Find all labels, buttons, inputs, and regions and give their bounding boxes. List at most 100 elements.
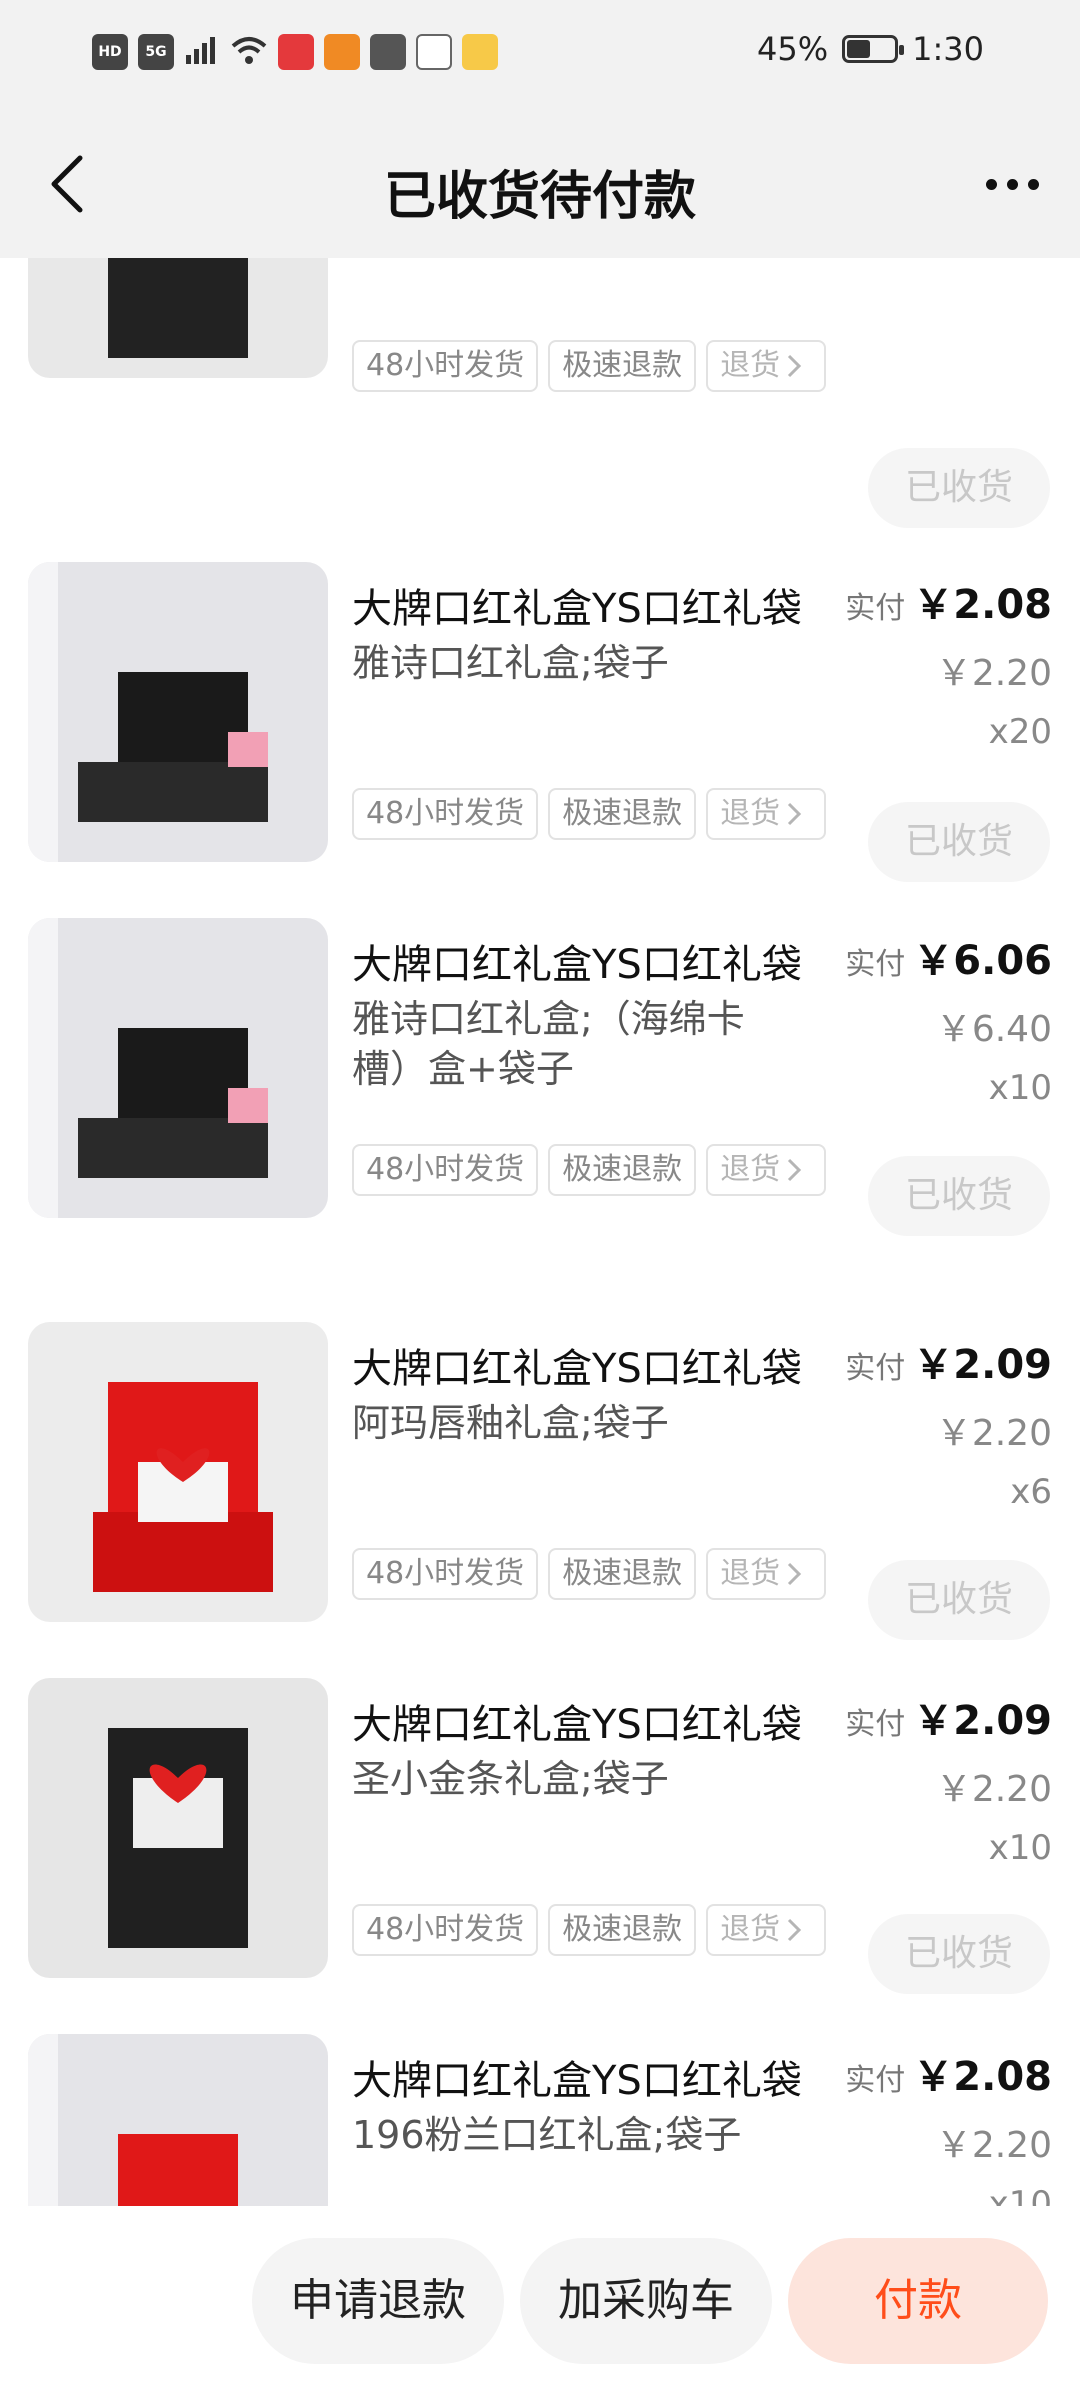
chevron-right-icon: [788, 1158, 802, 1182]
unit-price: ￥2.20: [935, 1769, 1052, 1810]
unit-price: ￥2.20: [935, 1413, 1052, 1454]
tag-returns[interactable]: 退货: [706, 1144, 827, 1196]
bird-app-icon: [416, 34, 452, 70]
wifi-icon: [230, 35, 268, 69]
paid-label: 实付: [845, 591, 906, 626]
received-status-button[interactable]: 已收货: [868, 1156, 1050, 1236]
price-block: 实付 ￥2.08 ￥2.20 x20: [845, 572, 1052, 752]
price-block: 实付 ￥2.08 ￥2.20 x10: [845, 2044, 1052, 2206]
service-tags: 48小时发货 极速退款 退货: [352, 340, 832, 394]
signal-5g-icon: 5G: [138, 34, 174, 70]
product-image[interactable]: [28, 1678, 328, 1978]
quantity: x10: [988, 1068, 1052, 1108]
paid-line: 实付 ￥2.08: [845, 572, 1052, 630]
service-tags: 48小时发货 极速退款 退货: [352, 1548, 832, 1602]
page-title: 已收货待付款: [383, 167, 696, 227]
paid-label: 实付: [845, 947, 906, 982]
tag-48h-shipping: 48小时发货: [352, 1548, 539, 1600]
tag-returns-label: 退货: [720, 1556, 781, 1591]
quantity: x10: [988, 1828, 1052, 1868]
chevron-right-icon: [788, 1562, 802, 1586]
paid-price: ￥2.08: [913, 2054, 1052, 2100]
hd-icon: HD: [92, 34, 128, 70]
dot-icon: [1006, 178, 1018, 190]
chevron-right-icon: [788, 1918, 802, 1942]
product-title[interactable]: 大牌口红礼盒YS口红礼袋: [352, 576, 844, 634]
order-item-list[interactable]: 圣小金条礼盒;草盒+袋子（送丝带+贺卡）￥8.50x1048小时发货极速退款退货…: [0, 258, 1080, 2206]
jd-app-icon: [278, 34, 314, 70]
order-item[interactable]: 大牌口红礼盒YS口红礼袋196粉兰口红礼盒;袋子实付￥2.08￥2.20x104…: [0, 2034, 1080, 2206]
quantity: x20: [988, 712, 1052, 752]
product-image[interactable]: [28, 918, 328, 1218]
nav-bar: 已收货待付款: [0, 110, 1080, 258]
battery-percent: 45%: [757, 30, 829, 68]
product-spec: 阿玛唇釉礼盒;袋子: [352, 1401, 669, 1445]
product-spec: 雅诗口红礼盒;（海绵卡槽）盒+袋子: [352, 997, 745, 1091]
tag-returns-label: 退货: [720, 796, 781, 831]
apply-refund-button[interactable]: 申请退款: [252, 2238, 504, 2364]
product-title[interactable]: 大牌口红礼盒YS口红礼袋: [352, 1692, 844, 1750]
shield-app-icon: [370, 34, 406, 70]
tag-returns[interactable]: 退货: [706, 340, 827, 392]
tag-returns-label: 退货: [720, 1912, 781, 1947]
tag-48h-shipping: 48小时发货: [352, 1144, 539, 1196]
paid-label: 实付: [845, 1351, 906, 1386]
received-status-button[interactable]: 已收货: [868, 802, 1050, 882]
tag-fast-refund: 极速退款: [548, 1548, 697, 1600]
tag-returns-label: 退货: [720, 348, 781, 383]
tag-returns[interactable]: 退货: [706, 1904, 827, 1956]
unit-price: ￥2.20: [935, 653, 1052, 694]
quantity: x10: [988, 2184, 1052, 2206]
weibo-icon: [462, 34, 498, 70]
paid-price: ￥2.08: [913, 582, 1052, 628]
more-options-button[interactable]: [972, 156, 1052, 212]
tag-fast-refund: 极速退款: [548, 1904, 697, 1956]
status-bar: HD 5G 45% 1:30: [0, 0, 1080, 110]
service-tags: 48小时发货 极速退款 退货: [352, 1144, 832, 1198]
order-item[interactable]: 圣小金条礼盒;草盒+袋子（送丝带+贺卡）￥8.50x1048小时发货极速退款退货: [0, 258, 1080, 434]
product-spec: 圣小金条礼盒;袋子: [352, 1757, 669, 1801]
product-image[interactable]: [28, 562, 328, 862]
received-status-button[interactable]: 已收货: [868, 1560, 1050, 1640]
battery-level: [847, 40, 870, 58]
pay-button[interactable]: 付款: [788, 2238, 1048, 2364]
received-status-button[interactable]: 已收货: [868, 448, 1050, 528]
product-spec: 196粉兰口红礼盒;袋子: [352, 2113, 742, 2157]
service-tags: 48小时发货 极速退款 退货: [352, 1904, 832, 1958]
chevron-right-icon: [788, 802, 802, 826]
unit-price: ￥6.40: [935, 1009, 1052, 1050]
paid-line: 实付 ￥2.08: [845, 2044, 1052, 2102]
tag-returns[interactable]: 退货: [706, 788, 827, 840]
signal-bars-icon: [184, 35, 220, 69]
product-title[interactable]: 大牌口红礼盒YS口红礼袋: [352, 1336, 844, 1394]
service-tags: 48小时发货 极速退款 退货: [352, 788, 832, 842]
product-image[interactable]: [28, 2034, 328, 2206]
dot-icon: [1027, 178, 1039, 190]
tag-fast-refund: 极速退款: [548, 340, 697, 392]
tag-48h-shipping: 48小时发货: [352, 788, 539, 840]
product-title[interactable]: 大牌口红礼盒YS口红礼袋: [352, 2048, 844, 2106]
chevron-right-icon: [788, 354, 802, 378]
unit-price: ￥2.20: [935, 2125, 1052, 2166]
clock: 1:30: [912, 30, 984, 68]
price-block: 实付 ￥6.06 ￥6.40 x10: [845, 928, 1052, 1108]
product-image[interactable]: [28, 258, 328, 378]
battery-icon: [842, 35, 905, 63]
tag-returns-label: 退货: [720, 1152, 781, 1187]
tag-48h-shipping: 48小时发货: [352, 1904, 539, 1956]
paid-label: 实付: [845, 2063, 906, 2098]
tag-returns[interactable]: 退货: [706, 1548, 827, 1600]
status-icons: HD 5G: [92, 34, 498, 70]
paid-line: 实付 ￥6.06: [845, 928, 1052, 986]
product-title[interactable]: 大牌口红礼盒YS口红礼袋: [352, 932, 844, 990]
paid-label: 实付: [845, 1707, 906, 1742]
product-image[interactable]: [28, 1322, 328, 1622]
received-status-button[interactable]: 已收货: [868, 1914, 1050, 1994]
price-block: 实付 ￥2.09 ￥2.20 x6: [845, 1332, 1052, 1512]
tag-48h-shipping: 48小时发货: [352, 340, 539, 392]
dot-icon: [985, 178, 997, 190]
add-to-cart-button[interactable]: 加采购车: [520, 2238, 772, 2364]
status-right: 45% 1:30: [757, 30, 984, 68]
paid-price: ￥2.09: [913, 1342, 1052, 1388]
tag-fast-refund: 极速退款: [548, 1144, 697, 1196]
